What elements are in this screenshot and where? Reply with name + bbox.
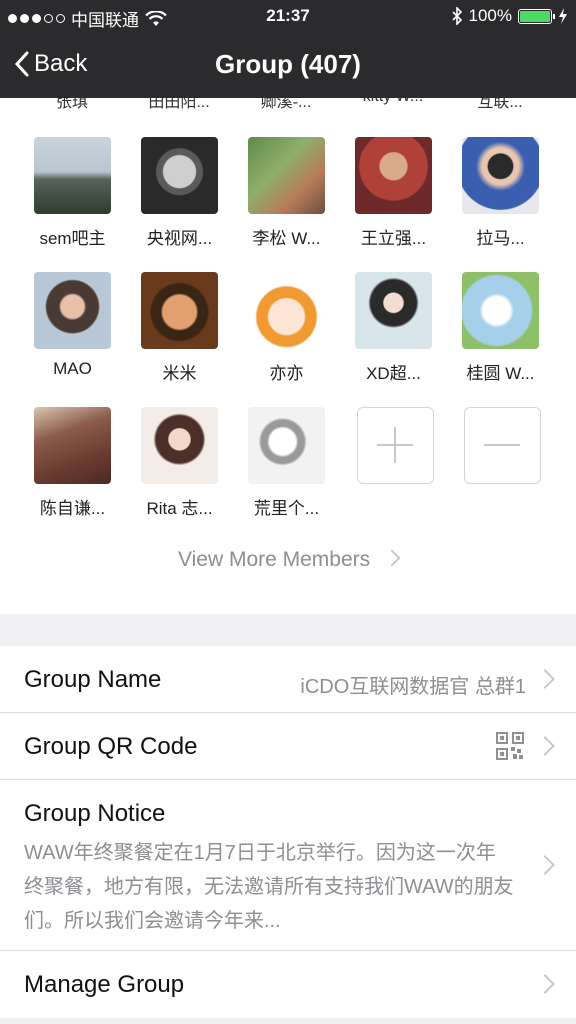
member-name[interactable]: 卿溪-...	[241, 98, 331, 112]
status-bar: 中国联通 21:37 100%	[0, 0, 576, 32]
member-name: 央视网...	[146, 229, 213, 248]
members-grid: 张琪 田田阳... 卿溪-... kitty W... 互联... sem吧主 …	[0, 98, 576, 614]
partial-member-row: 张琪 田田阳... 卿溪-... kitty W... 互联...	[0, 98, 576, 112]
member-item[interactable]: 陈自谦...	[19, 407, 126, 519]
member-item[interactable]: 桂圆 W...	[447, 272, 554, 384]
member-name: XD超...	[366, 364, 421, 383]
navigation-bar: Back Group (407)	[0, 32, 576, 98]
member-name[interactable]: 田田阳...	[134, 98, 224, 112]
add-member-button[interactable]	[357, 407, 434, 484]
group-name-label: Group Name	[24, 666, 162, 693]
chevron-right-icon	[383, 549, 401, 567]
chevron-right-icon	[535, 855, 555, 875]
member-name[interactable]: 张琪	[27, 98, 117, 112]
avatar	[141, 407, 218, 484]
member-item[interactable]: 王立强...	[340, 137, 447, 249]
qr-code-icon	[496, 732, 524, 760]
member-item[interactable]: 亦亦	[233, 272, 340, 384]
member-name: 李松 W...	[252, 229, 321, 248]
avatar	[462, 272, 539, 349]
group-qr-code-row[interactable]: Group QR Code	[0, 713, 576, 780]
avatar	[141, 137, 218, 214]
chevron-right-icon	[535, 669, 555, 689]
avatar	[34, 407, 111, 484]
group-name-row[interactable]: Group Name iCDO互联网数据官 总群1	[0, 646, 576, 713]
group-notice-text: WAW年终聚餐定在1月7日于北京举行。因为这一次年终聚餐，地方有限，无法邀请所有…	[24, 842, 514, 932]
member-name[interactable]: kitty W...	[348, 98, 438, 106]
group-settings-list: Group Name iCDO互联网数据官 总群1 Group QR Code …	[0, 646, 576, 1018]
bottom-separator	[0, 1020, 576, 1024]
member-name: 陈自谦...	[39, 499, 106, 518]
avatar	[355, 272, 432, 349]
member-name: 桂圆 W...	[466, 364, 535, 383]
remove-member-button[interactable]	[464, 407, 541, 484]
member-item[interactable]: sem吧主	[19, 137, 126, 249]
bluetooth-icon	[451, 7, 462, 25]
member-item[interactable]: MAO	[19, 272, 126, 379]
chevron-right-icon	[535, 736, 555, 756]
group-notice-row[interactable]: Group Notice WAW年终聚餐定在1月7日于北京举行。因为这一次年终聚…	[0, 780, 576, 951]
member-item[interactable]: 米米	[126, 272, 233, 384]
avatar	[34, 137, 111, 214]
battery-percent: 100%	[468, 6, 512, 25]
charging-icon	[559, 8, 567, 24]
view-more-members-button[interactable]: View More Members	[0, 548, 576, 572]
member-item[interactable]: Rita 志...	[126, 407, 233, 519]
member-item[interactable]: 李松 W...	[233, 137, 340, 249]
manage-group-label: Manage Group	[24, 971, 185, 998]
member-name: Rita 志...	[146, 499, 213, 518]
avatar	[141, 272, 218, 349]
member-item[interactable]: XD超...	[340, 272, 447, 384]
avatar	[355, 137, 432, 214]
avatar	[248, 272, 325, 349]
member-name: 亦亦	[269, 364, 304, 383]
group-name-value: iCDO互联网数据官 总群1	[300, 676, 526, 698]
manage-group-row[interactable]: Manage Group	[0, 951, 576, 1018]
battery-icon	[518, 8, 555, 24]
plus-icon	[377, 427, 413, 463]
member-name: MAO	[53, 359, 92, 378]
member-name: 荒里个...	[253, 499, 320, 518]
minus-icon	[484, 444, 520, 446]
member-name: 王立强...	[360, 229, 427, 248]
page-title: Group (407)	[215, 49, 361, 79]
member-name: sem吧主	[39, 229, 106, 248]
member-item[interactable]: 央视网...	[126, 137, 233, 249]
member-name: 拉马...	[476, 229, 525, 248]
avatar	[248, 137, 325, 214]
avatar	[248, 407, 325, 484]
member-item[interactable]: 荒里个...	[233, 407, 340, 519]
group-notice-label: Group Notice	[24, 800, 166, 827]
member-name: 米米	[162, 364, 197, 383]
member-item[interactable]: 拉马...	[447, 137, 554, 249]
avatar	[34, 272, 111, 349]
member-name[interactable]: 互联...	[455, 98, 545, 112]
group-qr-code-label: Group QR Code	[24, 733, 198, 760]
avatar	[462, 137, 539, 214]
chevron-right-icon	[535, 974, 555, 994]
view-more-label: View More Members	[177, 548, 371, 571]
